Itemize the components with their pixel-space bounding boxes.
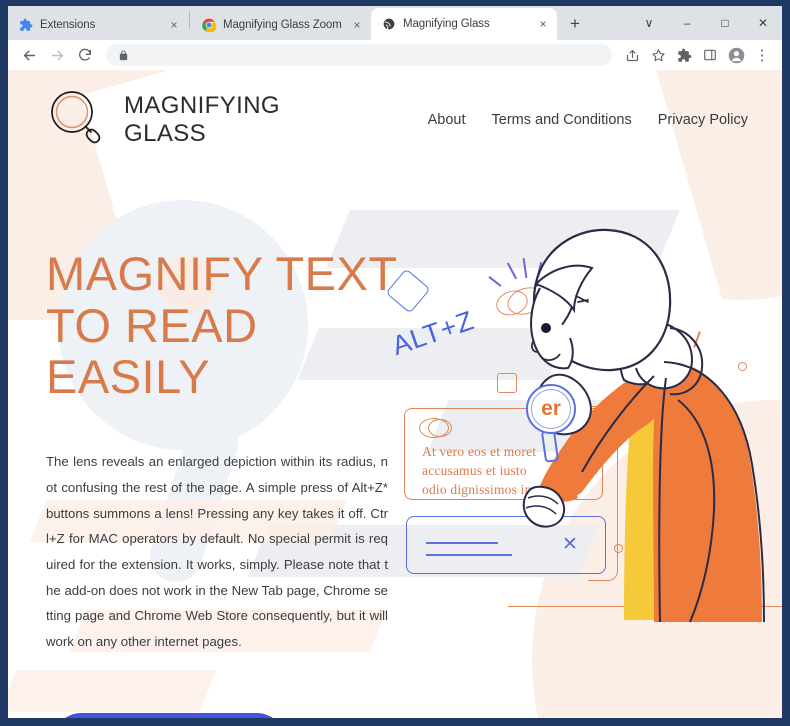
tab-title: Magnifying Glass Zoom - Chrom bbox=[223, 19, 342, 31]
extensions-puzzle-icon[interactable] bbox=[672, 43, 696, 67]
new-tab-button[interactable]: + bbox=[561, 10, 589, 38]
nav-item-privacy-policy[interactable]: Privacy Policy bbox=[658, 112, 748, 128]
tab-title: Magnifying Glass bbox=[403, 18, 490, 30]
watermark-stripe-peach bbox=[8, 670, 217, 712]
tab-title: Extensions bbox=[40, 19, 96, 31]
reload-icon[interactable] bbox=[72, 42, 98, 68]
decorative-ellipse bbox=[428, 419, 452, 437]
share-icon[interactable] bbox=[620, 43, 644, 67]
chrome-icon bbox=[201, 18, 216, 33]
minimize-button[interactable]: – bbox=[668, 9, 706, 37]
magnifier-lens-text: er bbox=[531, 389, 571, 429]
address-bar[interactable] bbox=[106, 44, 612, 66]
try-now-button[interactable]: Try NOW - It's free! bbox=[52, 713, 286, 718]
magnifying-glass-logo-icon bbox=[46, 87, 108, 153]
bookmark-star-icon[interactable] bbox=[646, 43, 670, 67]
hero-text-column: MAGNIFY TEXT TO READ EASILY The lens rev… bbox=[46, 248, 406, 655]
site-navigation: About Terms and Conditions Privacy Polic… bbox=[428, 112, 748, 128]
tab-magnifying-glass-zoom[interactable]: Magnifying Glass Zoom - Chrom × bbox=[191, 10, 371, 40]
back-icon[interactable] bbox=[16, 42, 42, 68]
window-controls: ∨ – □ ✕ bbox=[630, 8, 782, 38]
side-panel-icon[interactable] bbox=[698, 43, 722, 67]
puzzle-piece-icon bbox=[18, 18, 33, 33]
tab-close-button[interactable]: × bbox=[166, 17, 182, 33]
lock-icon[interactable] bbox=[116, 43, 130, 67]
brand-name: MAGNIFYING GLASS bbox=[124, 91, 281, 147]
profile-avatar-icon[interactable] bbox=[724, 43, 748, 67]
forward-icon[interactable] bbox=[44, 42, 70, 68]
brand-logo-link[interactable]: MAGNIFYING GLASS bbox=[46, 87, 280, 153]
tab-close-button[interactable]: × bbox=[535, 16, 551, 32]
person-illustration bbox=[478, 210, 778, 660]
browser-menu-icon[interactable]: ⋮ bbox=[750, 43, 774, 67]
tab-extensions[interactable]: Extensions × bbox=[8, 10, 188, 40]
maximize-button[interactable]: □ bbox=[706, 9, 744, 37]
tab-strip: Extensions × Magnifying Glass Zoom - Chr… bbox=[8, 6, 782, 40]
tab-search-icon[interactable]: ∨ bbox=[630, 9, 668, 37]
browser-toolbar: ⋮ bbox=[8, 40, 782, 70]
globe-icon bbox=[381, 17, 396, 32]
decorative-diamond-shape bbox=[385, 268, 431, 314]
site-header: MAGNIFYING GLASS About Terms and Conditi… bbox=[8, 70, 782, 170]
tab-magnifying-glass[interactable]: Magnifying Glass × bbox=[371, 8, 557, 40]
page-viewport: MAGNIFYING GLASS About Terms and Conditi… bbox=[8, 70, 782, 718]
nav-item-about[interactable]: About bbox=[428, 112, 466, 128]
hero-title: MAGNIFY TEXT TO READ EASILY bbox=[46, 247, 398, 404]
magnifier-lens: er bbox=[526, 384, 576, 434]
browser-window: Extensions × Magnifying Glass Zoom - Chr… bbox=[0, 0, 790, 726]
tab-close-button[interactable]: × bbox=[349, 17, 365, 33]
hero-paragraph: The lens reveals an enlarged depiction w… bbox=[46, 454, 388, 650]
hero-illustration: ALT+Z At vero eos et moret accusamus et … bbox=[378, 190, 782, 660]
tab-separator bbox=[189, 11, 190, 29]
close-button[interactable]: ✕ bbox=[744, 9, 782, 37]
shortcut-label: ALT+Z bbox=[388, 305, 479, 362]
nav-item-terms-and-conditions[interactable]: Terms and Conditions bbox=[492, 112, 632, 128]
